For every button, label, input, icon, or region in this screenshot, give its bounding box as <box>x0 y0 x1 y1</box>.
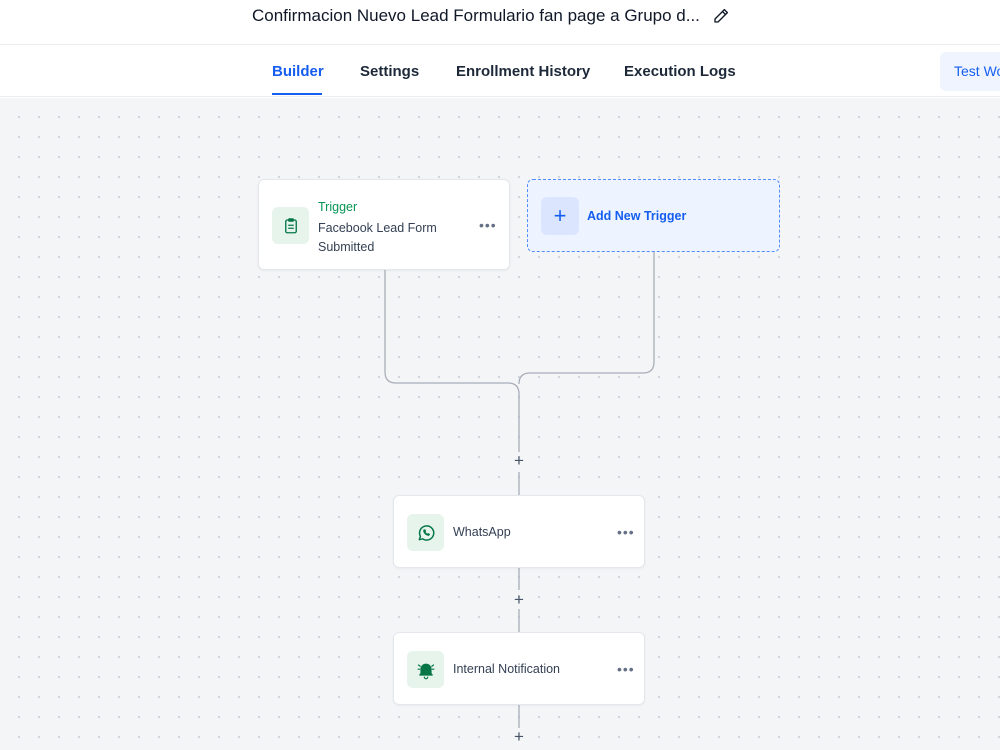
add-step-button[interactable]: + <box>511 452 527 469</box>
title-wrap: Confirmacion Nuevo Lead Formulario fan p… <box>252 6 730 26</box>
trigger-label: Trigger <box>318 200 358 214</box>
trigger-description: Facebook Lead Form Submitted <box>318 221 437 254</box>
action-label: WhatsApp <box>453 525 511 539</box>
tab-execution-logs[interactable]: Execution Logs <box>624 63 736 80</box>
ellipsis-icon[interactable]: ••• <box>479 218 497 232</box>
test-workflow-button[interactable]: Test Wo <box>940 52 1000 91</box>
active-tab-indicator <box>272 93 322 95</box>
action-label: Internal Notification <box>453 662 561 676</box>
title-bar: Confirmacion Nuevo Lead Formulario fan p… <box>0 0 1000 45</box>
add-step-button[interactable]: + <box>511 728 527 745</box>
plus-icon: + <box>541 197 579 235</box>
clipboard-icon <box>272 207 309 244</box>
whatsapp-icon <box>407 514 444 551</box>
add-trigger-label: Add New Trigger <box>587 209 687 223</box>
action-node-whatsapp[interactable]: WhatsApp ••• <box>393 495 645 568</box>
trigger-node[interactable]: Trigger Facebook Lead Form Submitted ••• <box>258 179 510 270</box>
add-step-button[interactable]: + <box>511 591 527 608</box>
ellipsis-icon[interactable]: ••• <box>617 525 635 539</box>
tab-builder[interactable]: Builder <box>272 63 324 80</box>
tab-enrollment-history[interactable]: Enrollment History <box>456 63 590 80</box>
add-new-trigger-button[interactable]: + Add New Trigger <box>527 179 780 252</box>
tabs-bar: Builder Settings Enrollment History Exec… <box>0 45 1000 97</box>
bell-icon <box>407 651 444 688</box>
workflow-title[interactable]: Confirmacion Nuevo Lead Formulario fan p… <box>252 6 700 26</box>
pencil-icon[interactable] <box>712 7 730 25</box>
action-node-internal-notification[interactable]: Internal Notification ••• <box>393 632 645 705</box>
tab-settings[interactable]: Settings <box>360 63 419 80</box>
ellipsis-icon[interactable]: ••• <box>617 662 635 676</box>
